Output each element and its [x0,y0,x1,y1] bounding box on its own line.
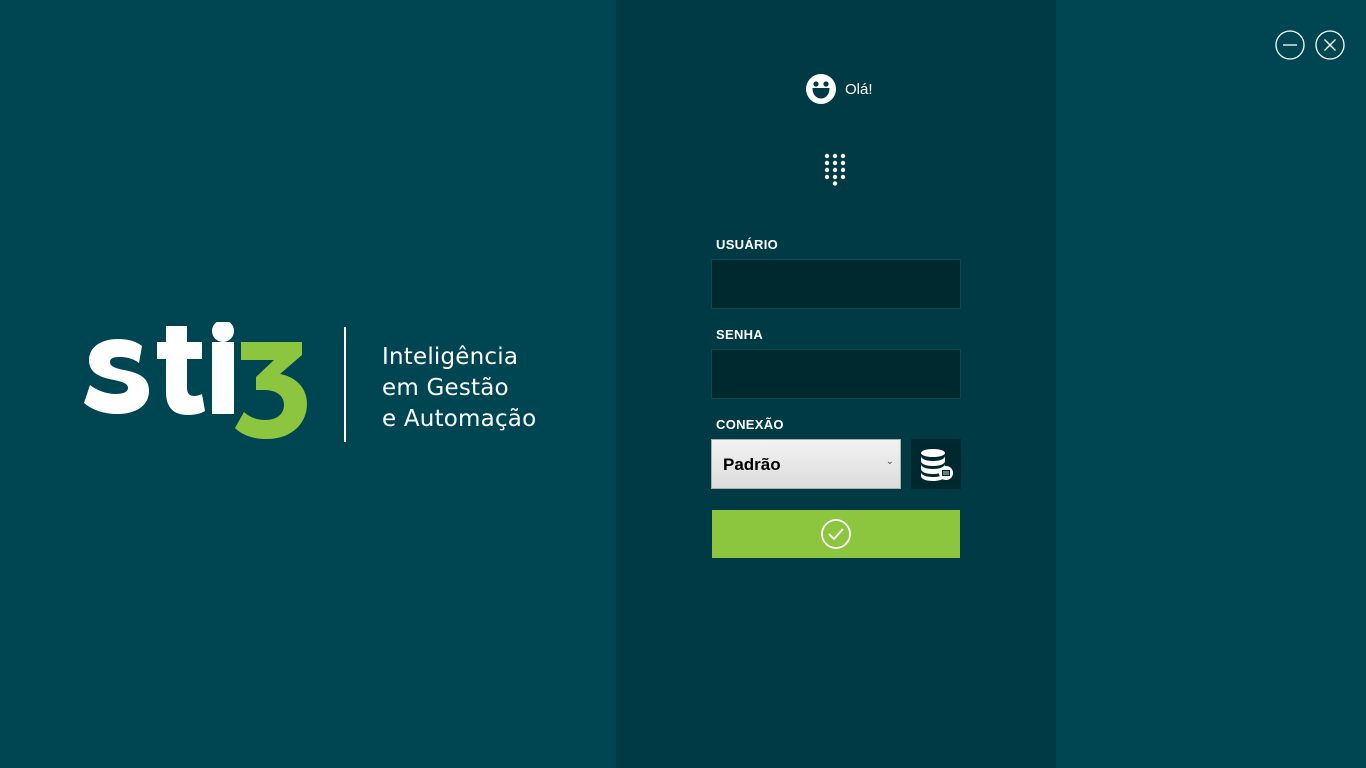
connection-select[interactable]: Padrão ⌄ [711,439,901,489]
chevron-down-icon: ⌄ [885,456,894,467]
user-label: USUÁRIO [716,237,779,252]
brand-tagline: Inteligência em Gestão e Automação [382,342,536,435]
sti3-logo [84,322,307,439]
smiley-icon [806,74,836,104]
user-field[interactable] [711,259,961,309]
tagline-line: e Automação [382,406,537,432]
logo-divider [344,327,346,442]
password-field[interactable] [711,349,961,399]
minimize-circle-icon [1275,30,1305,60]
keypad-icon [824,153,846,186]
greeting-text: Olá! [845,80,873,98]
login-submit-button[interactable] [712,510,960,558]
close-circle-icon [1315,30,1345,60]
connection-selected-value: Padrão [723,455,781,474]
database-settings-icon [921,449,953,481]
close-button[interactable] [1315,30,1345,60]
tagline-line: Inteligência [382,344,519,370]
brand-logo: Inteligência em Gestão e Automação [84,322,544,447]
tagline-line: em Gestão [382,375,509,401]
minimize-button[interactable] [1275,30,1305,60]
check-circle-icon [821,519,851,549]
connection-label: CONEXÃO [716,417,784,432]
keypad-button[interactable] [822,152,850,191]
database-settings-button[interactable] [911,439,961,489]
password-label: SENHA [716,327,764,342]
greeting: Olá! [806,74,873,104]
